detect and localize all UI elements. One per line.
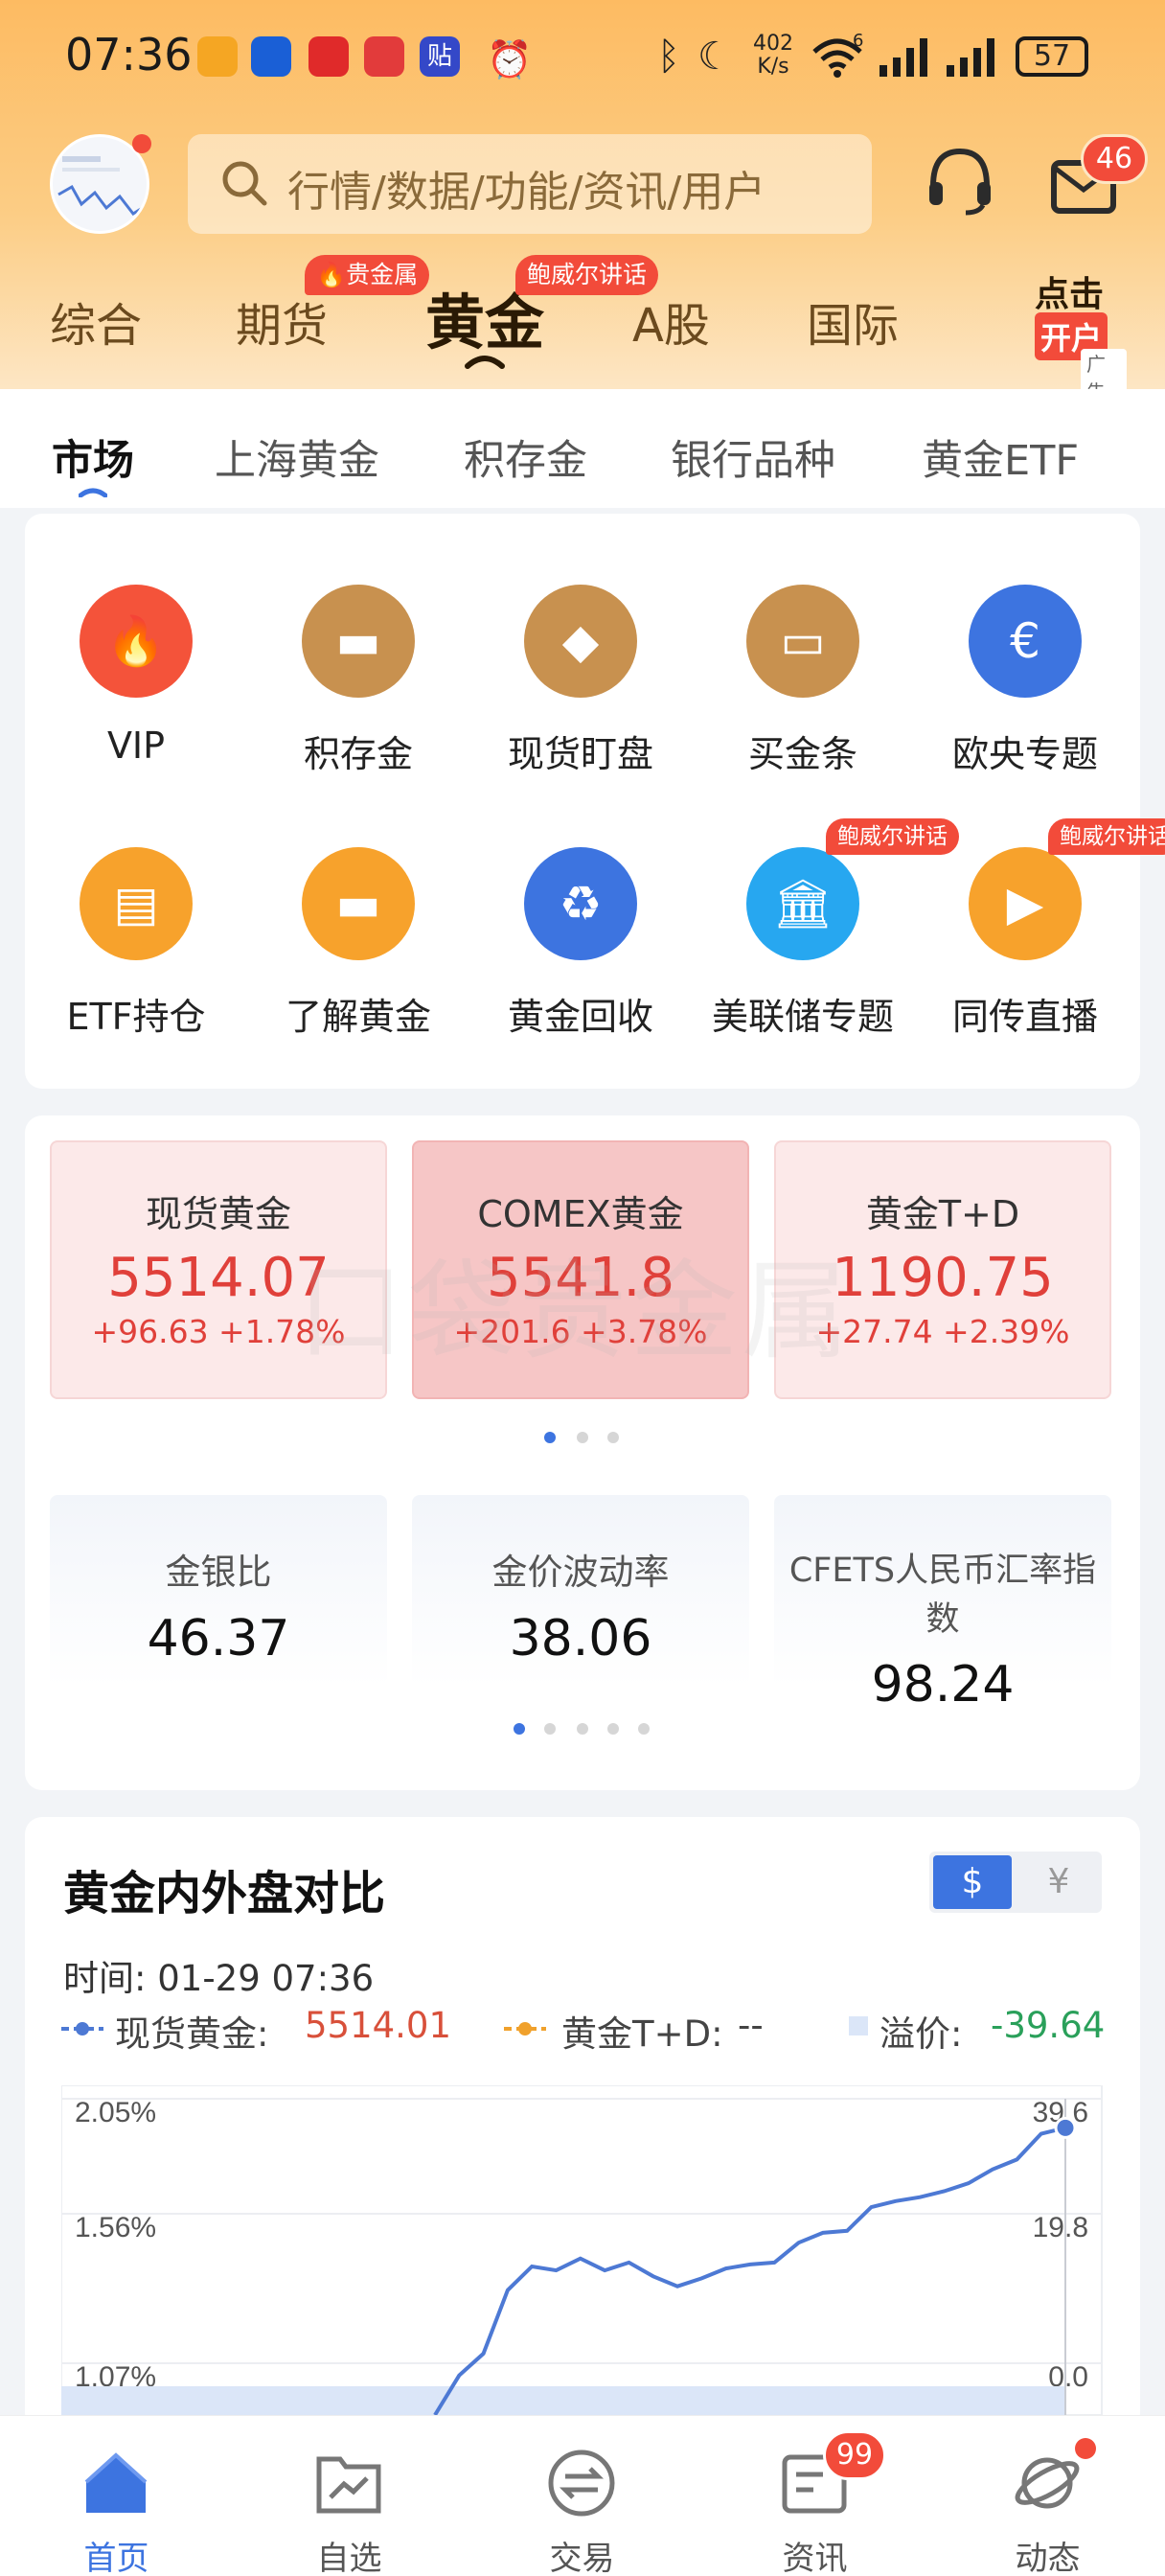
feature-label: 现货盯盘 <box>507 733 653 775</box>
tab-international[interactable]: 国际 <box>807 288 899 355</box>
exchange-icon <box>546 2448 617 2522</box>
feature-label: 了解黄金 <box>285 996 431 1038</box>
open-account-ad[interactable]: 点击 开户 广告 <box>1031 266 1127 404</box>
subtab-bank-products[interactable]: 银行品种 <box>671 427 835 487</box>
avatar-dot-badge <box>132 134 151 153</box>
feature-tag: 鲍威尔讲话 <box>1048 818 1165 855</box>
app-notification-icon: 贴 <box>420 36 460 77</box>
tab-tag-precious-metals: 🔥贵金属 <box>305 255 430 295</box>
flame-icon: 🔥 <box>80 585 193 698</box>
feature-label: ETF持仓 <box>66 996 206 1038</box>
feature-label: 欧央专题 <box>951 733 1098 775</box>
feature-label: VIP <box>106 724 166 767</box>
app-notification-icon <box>251 36 291 77</box>
subtab-shanghai-gold[interactable]: 上海黄金 <box>215 427 379 487</box>
app-notification-icon <box>364 36 404 77</box>
gold-ingot-icon: ▬ <box>302 585 415 698</box>
message-badge: 46 <box>1081 134 1148 184</box>
metric-gold-silver-ratio[interactable]: 金银比 46.37 <box>50 1495 387 1687</box>
diamond-icon: ◆ <box>524 585 637 698</box>
legend-marker-spot-gold <box>61 2011 103 2052</box>
feature-label: 黄金回收 <box>507 996 653 1038</box>
folder-chart-icon <box>315 2451 382 2518</box>
tab-comprehensive[interactable]: 综合 <box>50 288 142 355</box>
currency-cny-button[interactable]: ¥ <box>1019 1855 1098 1909</box>
right-tick-label: 19.8 <box>1033 2212 1088 2243</box>
live-play-icon: ▶ <box>969 847 1082 960</box>
compare-line-chart[interactable]: 2.05% 39.61.56% 19.81.07% 0.0 <box>61 2085 1104 2415</box>
bank-icon: 🏛 <box>746 847 859 960</box>
currency-usd-button[interactable]: $ <box>933 1855 1012 1909</box>
feature-label: 买金条 <box>747 733 857 775</box>
legend-marker-gold-td <box>504 2011 546 2052</box>
carousel-dot <box>607 1723 619 1735</box>
premium-area <box>61 2386 1065 2415</box>
carousel-dot <box>544 1723 556 1735</box>
signal-icon <box>947 38 998 80</box>
subtab-market[interactable]: 市场 <box>52 427 134 487</box>
planet-icon <box>1012 2448 1083 2522</box>
feature-label: 积存金 <box>303 733 413 775</box>
search-icon <box>220 159 268 213</box>
subtab-accumulation-gold[interactable]: 积存金 <box>464 427 587 487</box>
euro-icon: € <box>969 585 1082 698</box>
headset-icon[interactable] <box>924 144 996 220</box>
carousel-dot <box>577 1432 588 1443</box>
recycle-bag-icon: ♻ <box>524 847 637 960</box>
carousel-dot-active <box>514 1723 525 1735</box>
search-input[interactable]: 行情/数据/功能/资讯/用户 <box>188 134 872 234</box>
metric-cfets-rmb-index[interactable]: CFETS人民币汇率指数 98.24 <box>774 1495 1111 1714</box>
left-tick-label: 2.05% <box>75 2097 156 2128</box>
moon-icon: ☾ <box>697 34 732 79</box>
net-speed: 402 K/s <box>753 32 793 79</box>
compare-time: 时间: 01-29 07:36 <box>63 1958 375 1999</box>
feature-label: 同传直播 <box>951 996 1098 1038</box>
feature-label: 美联储专题 <box>711 996 894 1038</box>
battery-icon: 57 <box>1016 36 1088 77</box>
active-subtab-indicator <box>78 483 108 501</box>
search-placeholder: 行情/数据/功能/资讯/用户 <box>287 168 766 217</box>
app-notification-icon <box>197 36 238 77</box>
app-notification-icon <box>308 36 349 77</box>
wifi-icon: 6 <box>811 31 864 79</box>
active-tab-indicator <box>464 353 506 374</box>
chart-frame <box>61 2085 1103 2415</box>
carousel-dot <box>577 1723 588 1735</box>
carousel-dot-active <box>544 1432 556 1443</box>
gold-bar-icon: ▭ <box>746 585 859 698</box>
gold-ingot-icon: ▬ <box>302 847 415 960</box>
status-time: 07:36 <box>65 29 193 80</box>
left-tick-label: 1.56% <box>75 2212 156 2243</box>
feed-dot-badge <box>1075 2438 1096 2459</box>
watermark: 口袋贵金属 <box>297 1250 853 1374</box>
fire-icon: 🔥 <box>316 261 347 288</box>
currency-toggle[interactable]: $ ¥ <box>929 1852 1102 1913</box>
tab-a-shares[interactable]: A股 <box>632 288 710 355</box>
alarm-icon: ⏰ <box>487 38 533 80</box>
subtab-gold-etf[interactable]: 黄金ETF <box>922 427 1079 487</box>
tab-futures[interactable]: 期货 <box>236 288 328 355</box>
bluetooth-icon: ᛒ <box>657 34 680 79</box>
signal-icon <box>879 38 931 80</box>
spot-gold-last-point <box>1054 2116 1077 2139</box>
carousel-dot <box>607 1432 619 1443</box>
news-badge: 99 <box>823 2430 886 2480</box>
home-icon <box>80 2450 151 2520</box>
compare-title: 黄金内外盘对比 <box>63 1867 386 1920</box>
legend-marker-premium <box>849 2016 868 2036</box>
carousel-dot <box>638 1723 650 1735</box>
feature-tag: 鲍威尔讲话 <box>826 818 959 855</box>
document-icon: ▤ <box>80 847 193 960</box>
metric-gold-volatility[interactable]: 金价波动率 38.06 <box>412 1495 749 1687</box>
